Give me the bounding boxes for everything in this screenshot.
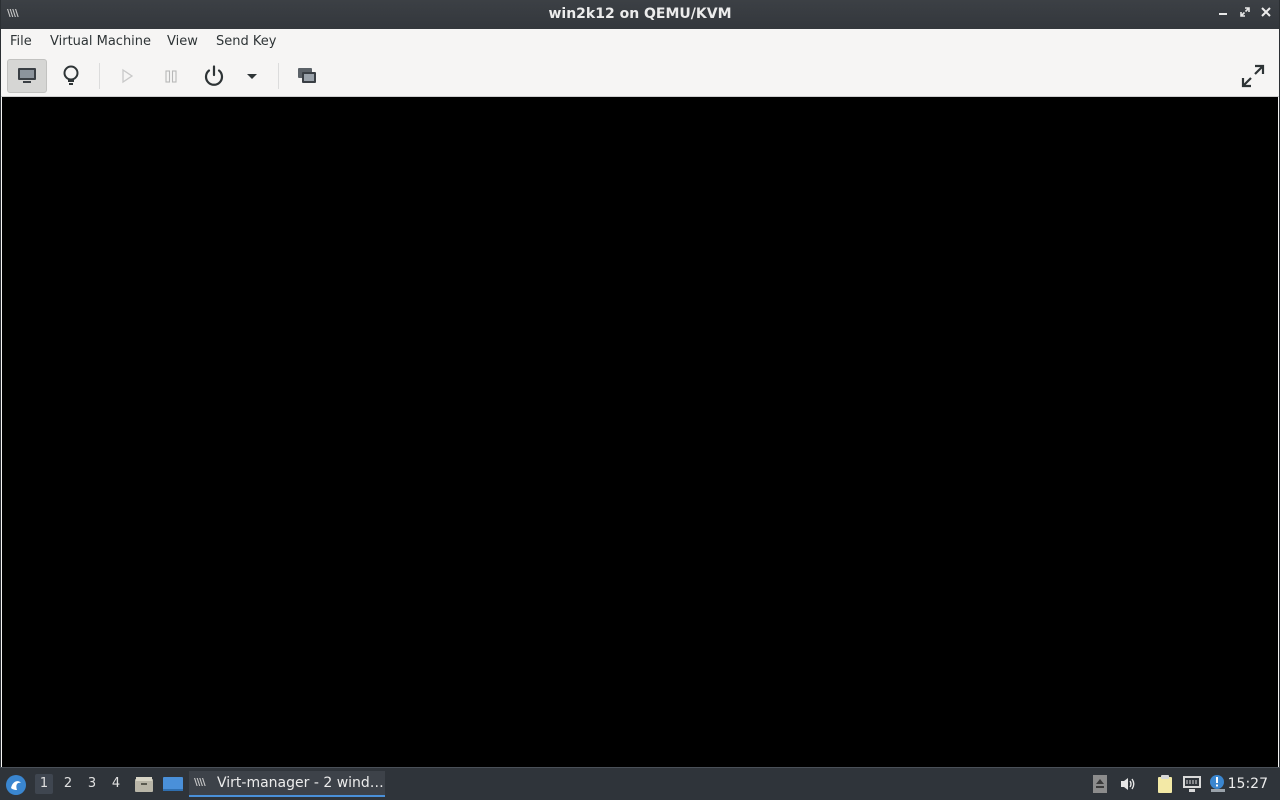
clipboard-icon (1158, 775, 1172, 793)
pause-button[interactable] (151, 59, 191, 93)
lightbulb-icon (63, 65, 79, 85)
lxqt-logo-icon (6, 775, 26, 795)
maximize-button[interactable] (1237, 6, 1253, 22)
play-icon (122, 68, 134, 84)
desktop-icon (163, 777, 183, 791)
taskbar: 1 2 3 4 \\\\ Virt-manager - 2 wind… 15:2… (0, 767, 1280, 800)
fullscreen-icon (1241, 64, 1265, 88)
toolbar (1, 55, 1279, 97)
update-notifier-icon (1210, 775, 1225, 792)
menu-virtual-machine[interactable]: Virtual Machine (50, 34, 151, 49)
network-icon (1183, 776, 1201, 792)
monitor-icon (18, 68, 36, 83)
shutdown-button[interactable] (194, 59, 234, 93)
run-button[interactable] (107, 59, 147, 93)
power-icon (204, 65, 224, 86)
tray-eject[interactable] (1090, 774, 1110, 794)
file-manager-launcher[interactable] (134, 774, 154, 794)
title-bar[interactable]: \\\\ win2k12 on QEMU/KVM (1, 0, 1279, 29)
start-menu-button[interactable] (5, 774, 27, 796)
volume-icon (1121, 778, 1135, 790)
tray-network[interactable] (1181, 774, 1203, 794)
snapshots-button[interactable] (287, 59, 327, 93)
menu-file[interactable]: File (10, 34, 32, 49)
workspace-3[interactable]: 3 (83, 776, 101, 791)
virt-manager-task-icon: \\\\ (194, 777, 206, 788)
workspace-2[interactable]: 2 (59, 776, 77, 791)
menu-bar: File Virtual Machine View Send Key (1, 29, 1279, 55)
eject-icon (1093, 775, 1107, 793)
maximize-icon (1240, 7, 1250, 17)
tray-volume[interactable] (1117, 774, 1139, 794)
close-button[interactable] (1258, 6, 1274, 22)
file-manager-icon (135, 777, 153, 792)
menu-view[interactable]: View (167, 34, 198, 49)
tray-clipboard[interactable] (1154, 774, 1176, 794)
shutdown-menu-button[interactable] (233, 59, 271, 93)
details-button[interactable] (51, 59, 91, 93)
workspace-4[interactable]: 4 (107, 776, 125, 791)
minimize-button[interactable] (1215, 6, 1231, 22)
tray-update-notifier[interactable] (1207, 774, 1229, 794)
toolbar-separator (99, 63, 100, 89)
clock[interactable]: 15:27 (1228, 776, 1268, 792)
chevron-down-icon (247, 74, 257, 79)
menu-send-key[interactable]: Send Key (216, 34, 276, 49)
close-icon (1261, 7, 1271, 17)
console-button[interactable] (7, 59, 47, 93)
toolbar-separator (278, 63, 279, 89)
vm-viewer-window: \\\\ win2k12 on QEMU/KVM File Virtual Ma… (0, 0, 1280, 767)
pause-icon (165, 70, 177, 83)
show-desktop-button[interactable] (162, 774, 184, 794)
minimize-icon (1219, 13, 1227, 15)
task-label: Virt-manager - 2 wind… (217, 775, 384, 791)
window-title: win2k12 on QEMU/KVM (548, 6, 732, 22)
taskbar-task-virt-manager[interactable]: \\\\ Virt-manager - 2 wind… (189, 771, 385, 797)
snapshots-icon (298, 68, 316, 83)
vm-console-display[interactable] (2, 97, 1278, 767)
workspace-1[interactable]: 1 (35, 774, 53, 794)
fullscreen-button[interactable] (1233, 59, 1273, 93)
